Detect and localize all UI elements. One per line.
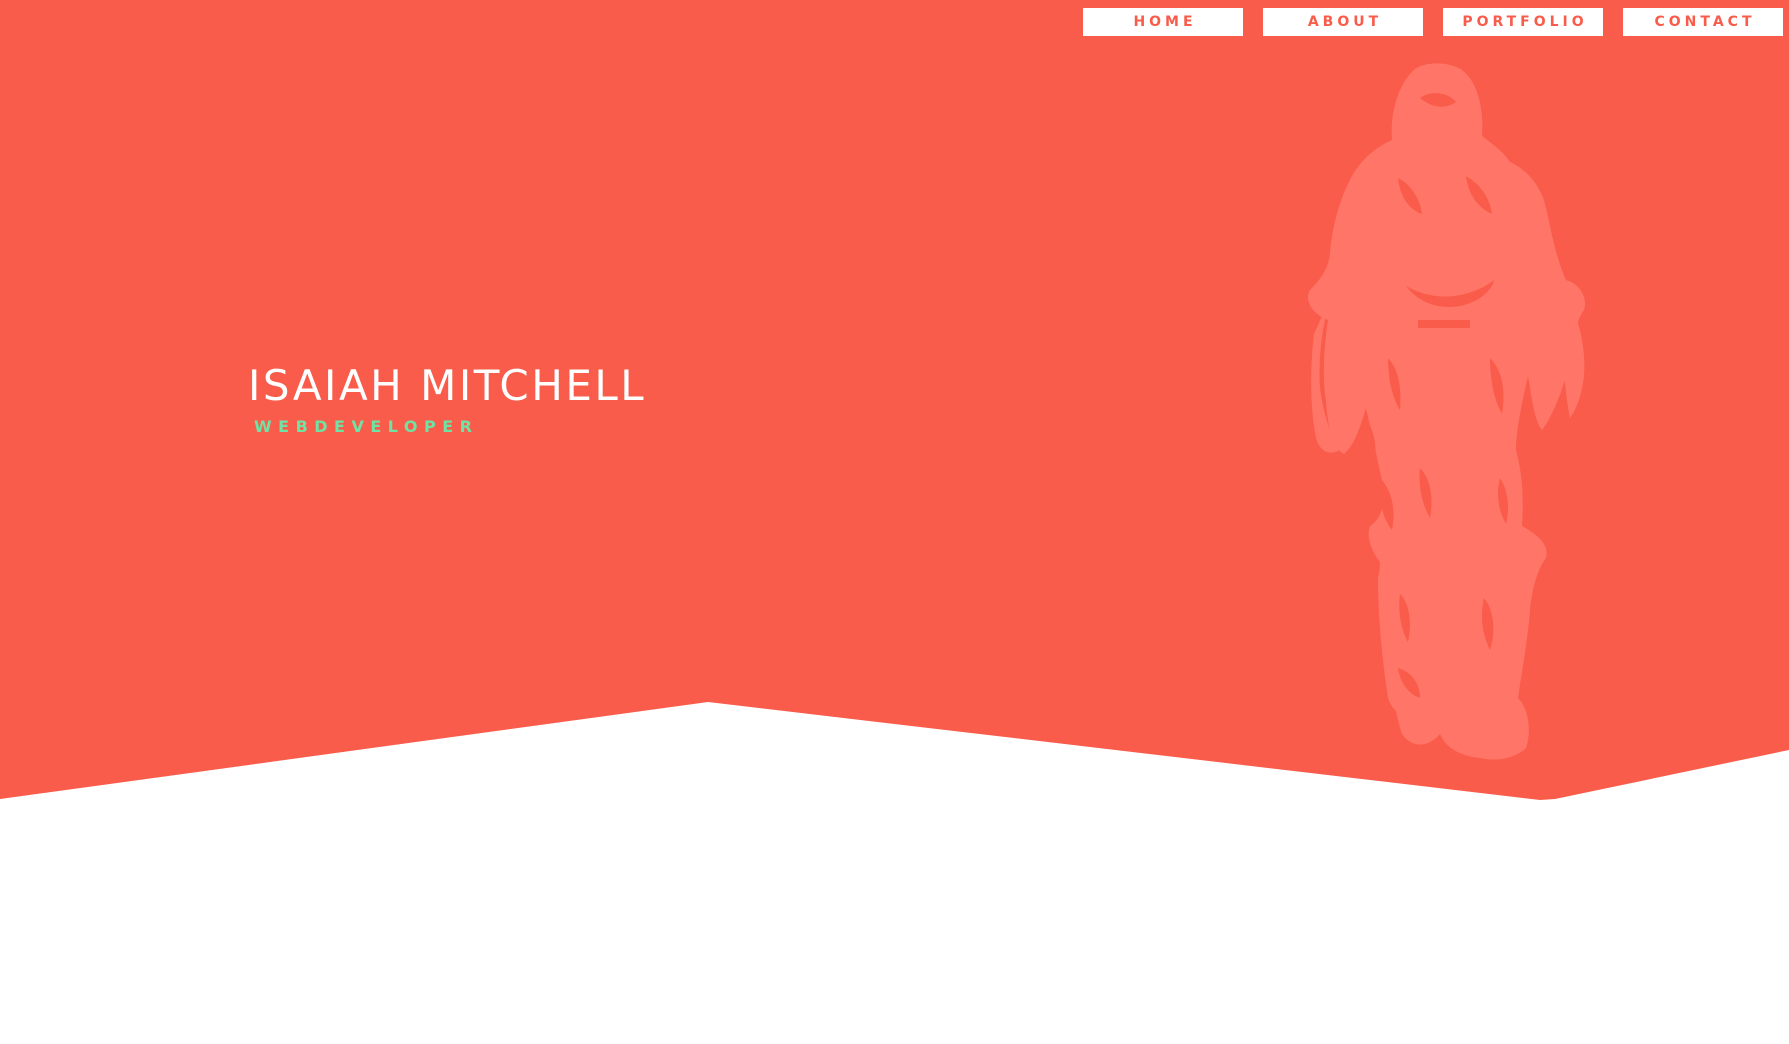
hero-name-heading: ISAIAH MITCHELL (248, 361, 647, 410)
nav-home-link[interactable]: HOME (1083, 8, 1243, 36)
hero-text: ISAIAH MITCHELL WEBDEVELOPER (248, 360, 646, 436)
nav-contact-link[interactable]: CONTACT (1623, 8, 1783, 36)
main-nav: HOME ABOUT PORTFOLIO CONTACT (1083, 8, 1783, 36)
hero-role-subtitle: WEBDEVELOPER (254, 417, 479, 436)
hooded-person-silhouette-icon (1308, 63, 1586, 760)
page: HOME ABOUT PORTFOLIO CONTACT ISAIAH MITC… (0, 0, 1789, 1044)
nav-about-link[interactable]: ABOUT (1263, 8, 1423, 36)
nav-portfolio-link[interactable]: PORTFOLIO (1443, 8, 1603, 36)
